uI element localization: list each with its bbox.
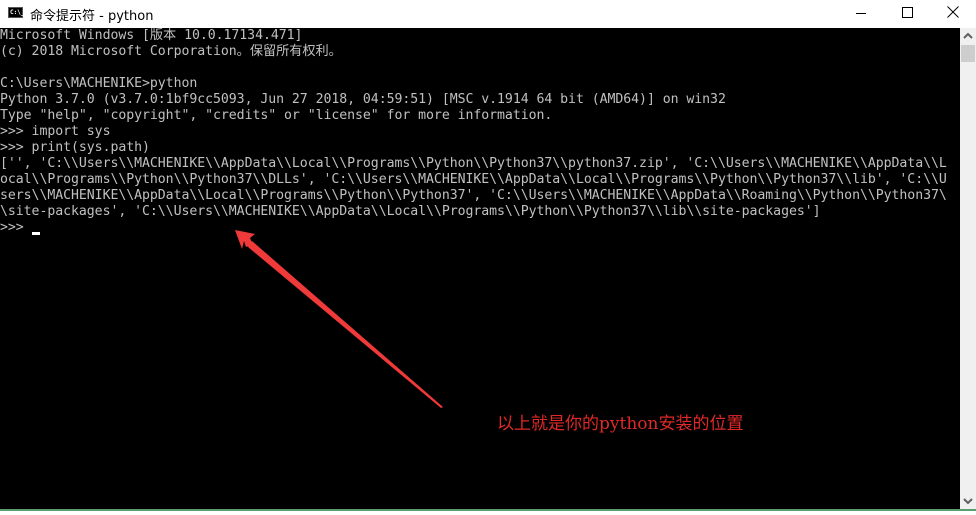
arrow-shaft (248, 241, 443, 408)
annotation-label: 以上就是你的python安装的位置 (497, 414, 744, 434)
annotation-arrow (235, 230, 443, 408)
